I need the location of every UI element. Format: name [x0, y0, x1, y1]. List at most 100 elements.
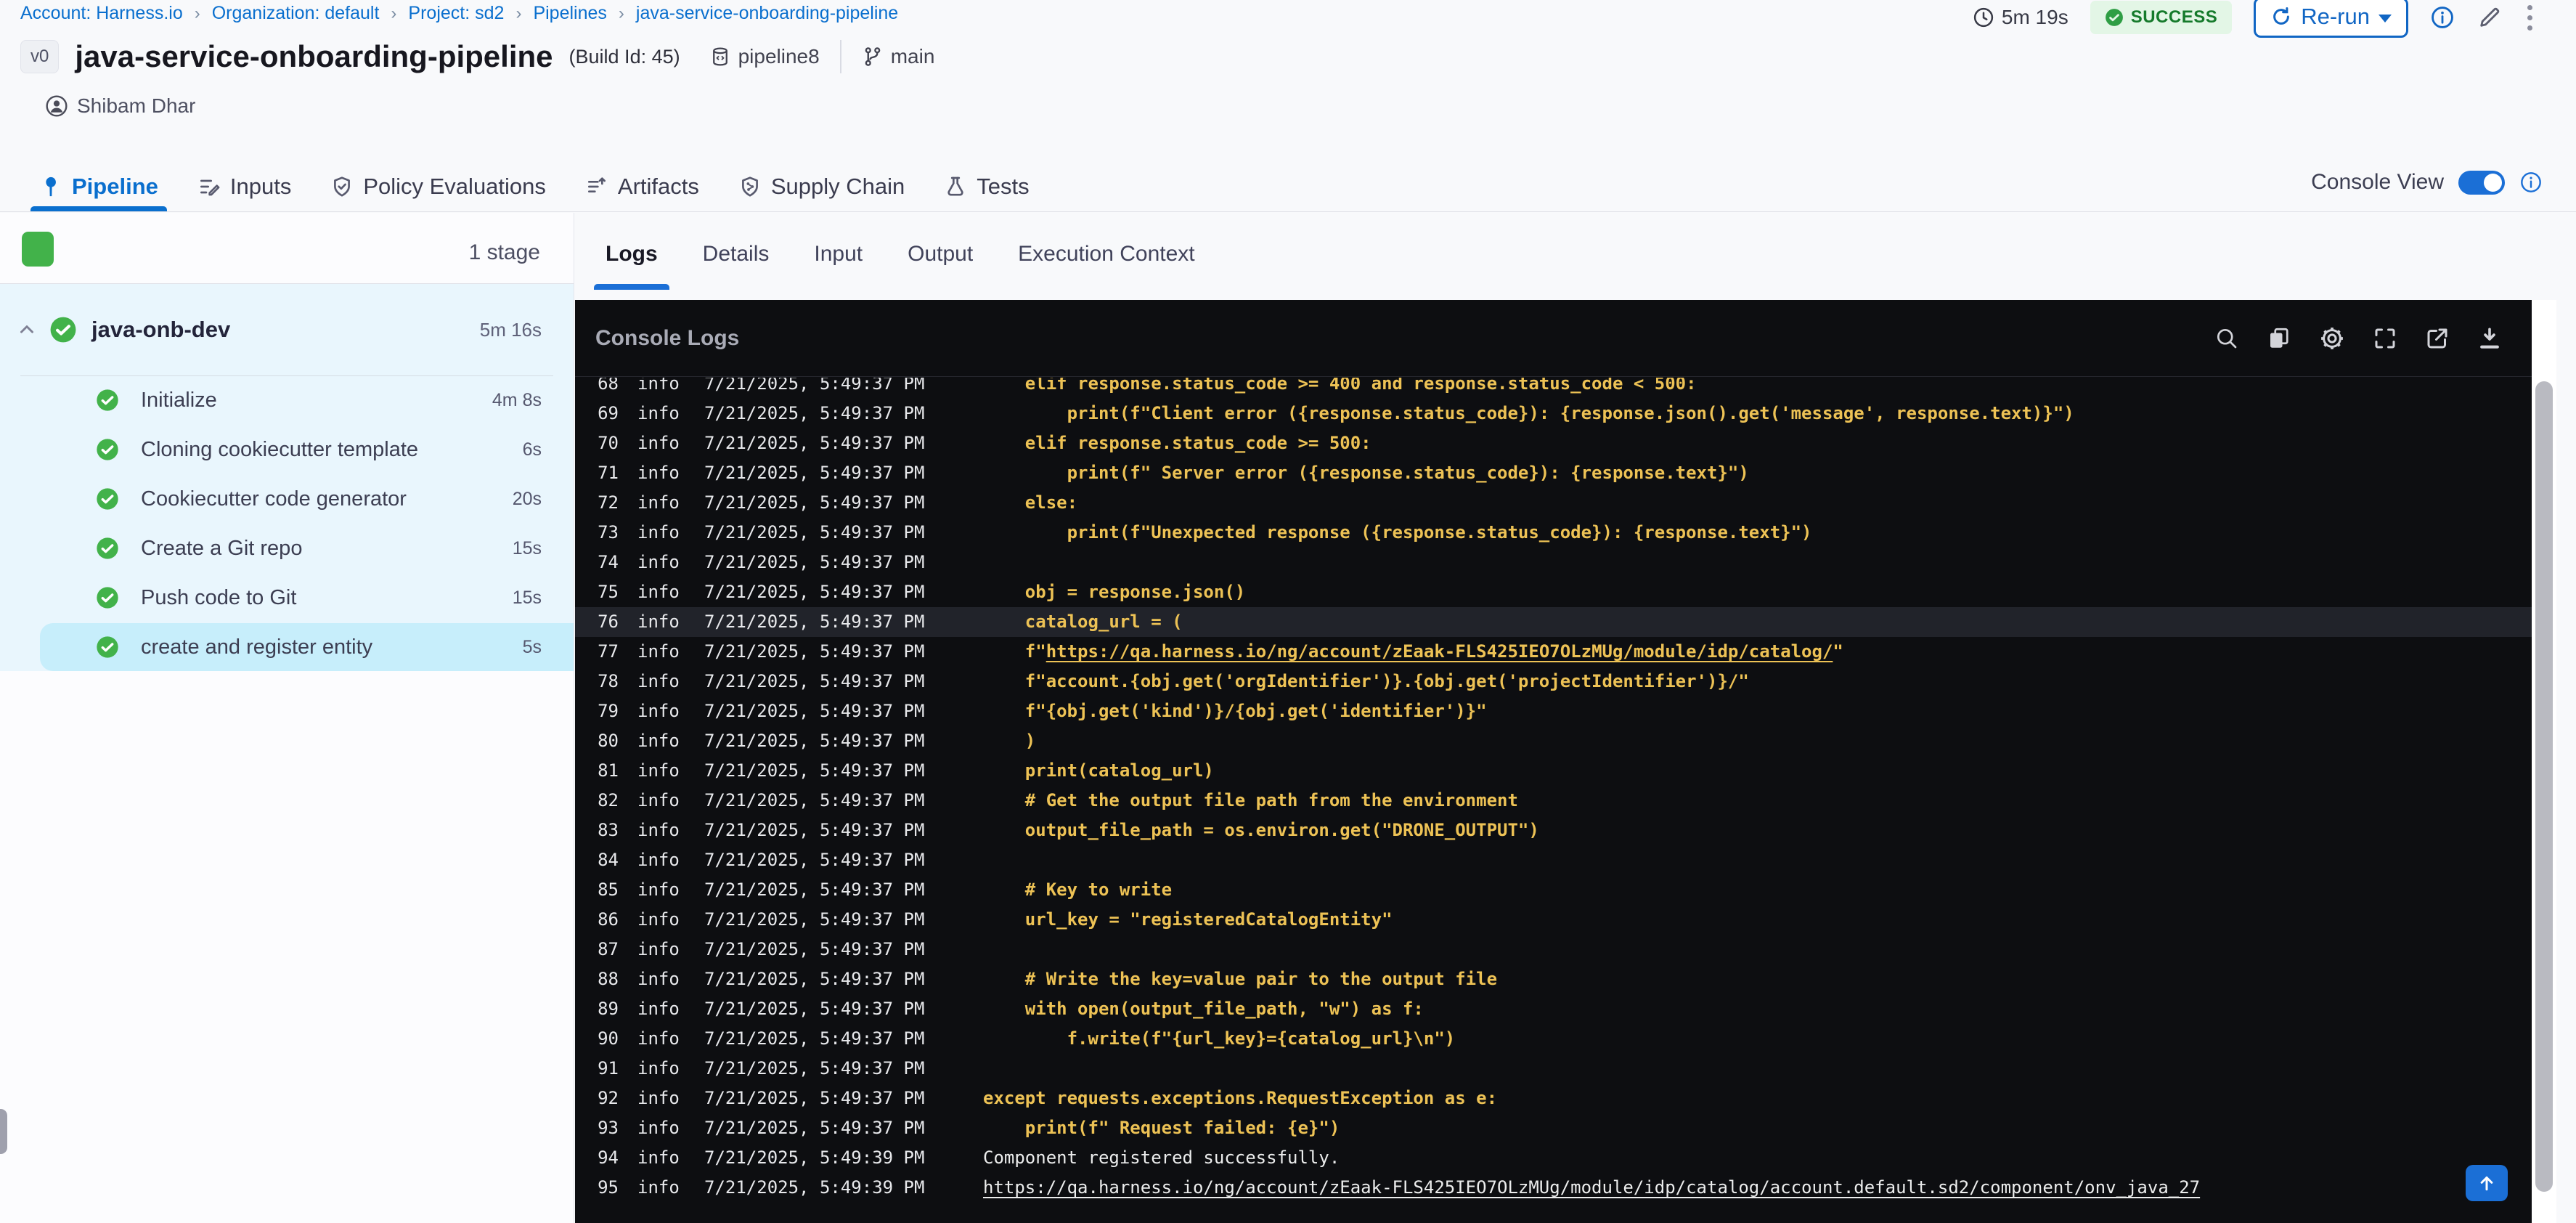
log-level: info [637, 701, 680, 721]
log-level: info [637, 850, 680, 870]
tab-output[interactable]: Output [908, 242, 973, 290]
log-message: url_key = "registeredCatalogEntity" [983, 909, 1393, 930]
log-line-number: 79 [598, 701, 619, 721]
log-line-number: 71 [598, 463, 619, 483]
panel-resize-handle[interactable] [0, 1109, 7, 1154]
breadcrumb-project[interactable]: Project: sd2 [408, 3, 504, 24]
log-line: 80 info 7/21/2025, 5:49:37 PM ) [575, 726, 2532, 756]
version-badge[interactable]: v0 [20, 40, 60, 73]
step-name: Push code to Git [141, 585, 297, 609]
log-link[interactable]: https://qa.harness.io/ng/account/zEaak-F… [1046, 641, 1833, 662]
log-timestamp: 7/21/2025, 5:49:37 PM [704, 378, 925, 394]
log-message: # Key to write [983, 879, 1173, 900]
log-timestamp: 7/21/2025, 5:49:37 PM [704, 463, 925, 483]
tab-logs[interactable]: Logs [594, 242, 669, 290]
log-level: info [637, 1088, 680, 1108]
search-icon[interactable] [2214, 325, 2240, 352]
step-row[interactable]: Cloning cookiecutter template 6s [0, 425, 574, 474]
console-view-toggle[interactable] [2458, 170, 2505, 195]
step-duration: 4m 8s [492, 389, 542, 410]
log-timestamp: 7/21/2025, 5:49:37 PM [704, 731, 925, 751]
log-level: info [637, 463, 680, 483]
log-timestamp: 7/21/2025, 5:49:37 PM [704, 671, 925, 691]
download-icon[interactable] [2477, 325, 2503, 352]
fullscreen-icon[interactable] [2372, 325, 2398, 352]
tab-artifacts[interactable]: Artifacts [585, 161, 699, 211]
repo-meta[interactable]: pipeline8 [709, 45, 820, 68]
step-row[interactable]: Initialize 4m 8s [0, 375, 574, 425]
log-timestamp: 7/21/2025, 5:49:37 PM [704, 701, 925, 721]
tab-pipeline[interactable]: Pipeline [30, 161, 167, 211]
stage-duration: 5m 16s [479, 318, 542, 341]
tab-supply-chain[interactable]: Supply Chain [738, 161, 905, 211]
log-link[interactable]: https://qa.harness.io/ng/account/zEaak-F… [983, 1177, 2200, 1198]
log-line: 77 info 7/21/2025, 5:49:37 PM f"https://qa… [575, 637, 2532, 667]
log-level: info [637, 1177, 680, 1198]
step-name: Cloning cookiecutter template [141, 437, 419, 461]
info-icon[interactable] [2519, 171, 2543, 194]
log-message: output_file_path = os.environ.get("DRONE… [983, 820, 1539, 840]
supply-chain-icon [738, 175, 762, 198]
tab-tests[interactable]: Tests [944, 161, 1030, 211]
step-row[interactable]: Cookiecutter code generator 20s [0, 474, 574, 524]
tab-execution-context[interactable]: Execution Context [1018, 242, 1194, 290]
tab-policy-evaluations[interactable]: Policy Evaluations [330, 161, 546, 211]
log-timestamp: 7/21/2025, 5:49:37 PM [704, 909, 925, 930]
log-line-number: 82 [598, 790, 619, 810]
log-message: ) [983, 731, 1036, 751]
stage-name: java-onb-dev [91, 317, 231, 342]
branch-meta[interactable]: main [862, 45, 934, 68]
log-message: # Write the key=value pair to the output… [983, 969, 1498, 989]
log-line: 91 info 7/21/2025, 5:49:37 PM [575, 1054, 2532, 1084]
settings-gear-icon[interactable] [2318, 325, 2346, 352]
log-level: info [637, 1118, 680, 1138]
copy-icon[interactable] [2266, 325, 2292, 352]
author-name: Shibam Dhar [77, 94, 196, 117]
scroll-to-top-button[interactable] [2466, 1165, 2508, 1201]
rerun-button[interactable]: Re-run [2254, 0, 2408, 38]
log-timestamp: 7/21/2025, 5:49:37 PM [704, 433, 925, 453]
breadcrumb-pipelines[interactable]: Pipelines [533, 3, 606, 24]
open-in-new-icon[interactable] [2424, 325, 2450, 352]
log-line: 72 info 7/21/2025, 5:49:37 PM else: [575, 488, 2532, 518]
stage-status-square[interactable] [22, 232, 54, 267]
step-row[interactable]: Create a Git repo 15s [0, 524, 574, 573]
tab-inputs[interactable]: Inputs [197, 161, 291, 211]
flask-icon [944, 175, 967, 198]
tab-label: Supply Chain [770, 173, 905, 199]
log-timestamp: 7/21/2025, 5:49:37 PM [704, 760, 925, 781]
breadcrumb-organization[interactable]: Organization: default [212, 3, 380, 24]
pipeline-icon [39, 175, 62, 198]
step-row[interactable]: Push code to Git 15s [0, 573, 574, 622]
more-options-icon[interactable] [2524, 2, 2535, 33]
log-message: else: [983, 492, 1078, 513]
log-line-number: 88 [598, 969, 619, 989]
stage-group: java-onb-dev 5m 16s Initialize 4m 8s Cloni… [0, 284, 574, 671]
breadcrumb-separator: › [618, 3, 624, 23]
breadcrumb-current-pipeline[interactable]: java-service-onboarding-pipeline [636, 3, 898, 24]
log-line: 89 info 7/21/2025, 5:49:37 PM with open(ou… [575, 994, 2532, 1024]
log-line-number: 85 [598, 879, 619, 900]
check-circle-icon [2105, 8, 2124, 27]
log-line: 74 info 7/21/2025, 5:49:37 PM [575, 548, 2532, 577]
success-check-icon [96, 635, 119, 659]
chevron-down-icon[interactable] [2379, 14, 2392, 23]
log-level: info [637, 820, 680, 840]
log-level: info [637, 403, 680, 423]
log-message: with open(output_file_path, "w") as f: [983, 999, 1424, 1019]
log-line-number: 76 [598, 612, 619, 632]
log-line: 93 info 7/21/2025, 5:49:37 PM print(f" Req… [575, 1113, 2532, 1143]
scrollbar-thumb[interactable] [2535, 381, 2553, 1192]
step-row[interactable]: create and register entity 5s [0, 622, 574, 672]
log-viewport[interactable]: 68 info 7/21/2025, 5:49:37 PM elif respons… [575, 378, 2532, 1223]
stage-row-java-onb-dev[interactable]: java-onb-dev 5m 16s [0, 284, 574, 375]
edit-pencil-icon[interactable] [2477, 4, 2503, 31]
chevron-up-icon[interactable] [16, 319, 38, 341]
tab-input[interactable]: Input [814, 242, 863, 290]
breadcrumb-separator: › [515, 3, 522, 23]
tab-details[interactable]: Details [703, 242, 770, 290]
log-line-number: 77 [598, 641, 619, 662]
breadcrumb-account[interactable]: Account: Harness.io [20, 3, 183, 24]
info-icon[interactable] [2430, 5, 2455, 30]
log-level: info [637, 939, 680, 959]
